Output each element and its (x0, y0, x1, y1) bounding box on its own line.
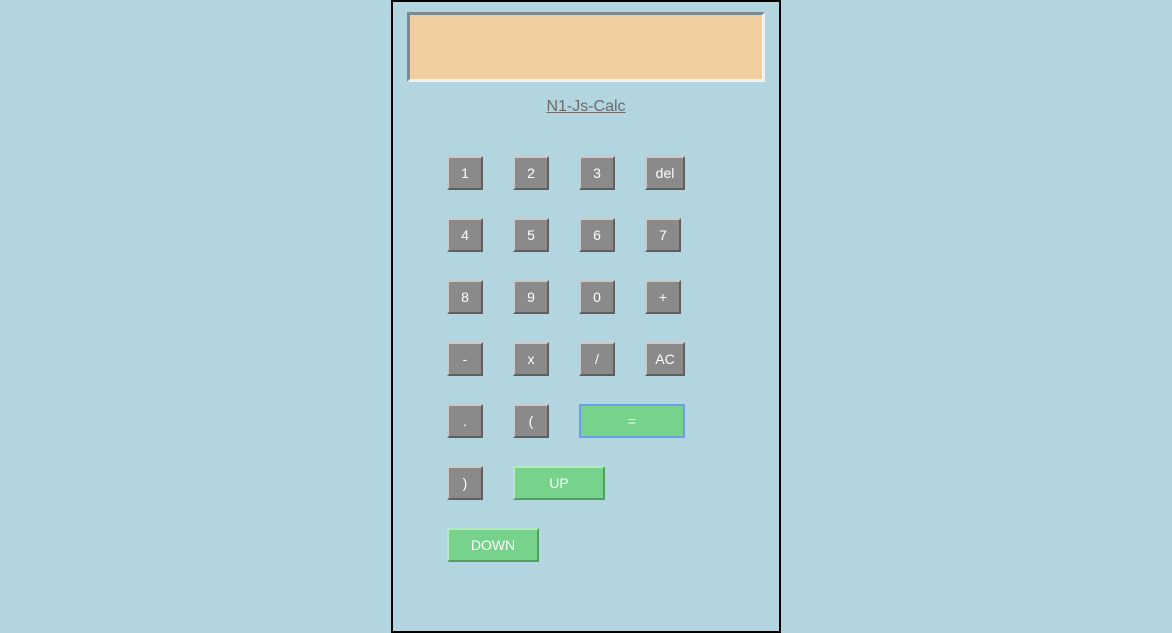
delete-button[interactable]: del (645, 156, 685, 190)
minus-button[interactable]: - (447, 342, 483, 376)
digit-6-button[interactable]: 6 (579, 218, 615, 252)
divide-button[interactable]: / (579, 342, 615, 376)
open-paren-button[interactable]: ( (513, 404, 549, 438)
keypad-row-4: - x / AC (407, 342, 765, 376)
up-button[interactable]: UP (513, 466, 605, 500)
keypad-row-5: . ( = (407, 404, 765, 438)
all-clear-button[interactable]: AC (645, 342, 685, 376)
digit-8-button[interactable]: 8 (447, 280, 483, 314)
close-paren-button[interactable]: ) (447, 466, 483, 500)
keypad-row-6: ) UP (407, 466, 765, 500)
digit-7-button[interactable]: 7 (645, 218, 681, 252)
digit-0-button[interactable]: 0 (579, 280, 615, 314)
calculator-display (407, 12, 765, 82)
keypad-row-7: DOWN (407, 528, 765, 562)
digit-3-button[interactable]: 3 (579, 156, 615, 190)
keypad-row-2: 4 5 6 7 (407, 218, 765, 252)
digit-4-button[interactable]: 4 (447, 218, 483, 252)
digit-9-button[interactable]: 9 (513, 280, 549, 314)
equals-button[interactable]: = (579, 404, 685, 438)
page-title: N1-Js-Calc (407, 98, 765, 116)
digit-5-button[interactable]: 5 (513, 218, 549, 252)
keypad-row-1: 1 2 3 del (407, 156, 765, 190)
keypad-row-3: 8 9 0 + (407, 280, 765, 314)
digit-1-button[interactable]: 1 (447, 156, 483, 190)
digit-2-button[interactable]: 2 (513, 156, 549, 190)
multiply-button[interactable]: x (513, 342, 549, 376)
calculator-frame: N1-Js-Calc 1 2 3 del 4 5 6 7 8 9 0 + - x… (391, 0, 781, 633)
decimal-button[interactable]: . (447, 404, 483, 438)
plus-button[interactable]: + (645, 280, 681, 314)
title-link[interactable]: N1-Js-Calc (546, 98, 625, 115)
down-button[interactable]: DOWN (447, 528, 539, 562)
